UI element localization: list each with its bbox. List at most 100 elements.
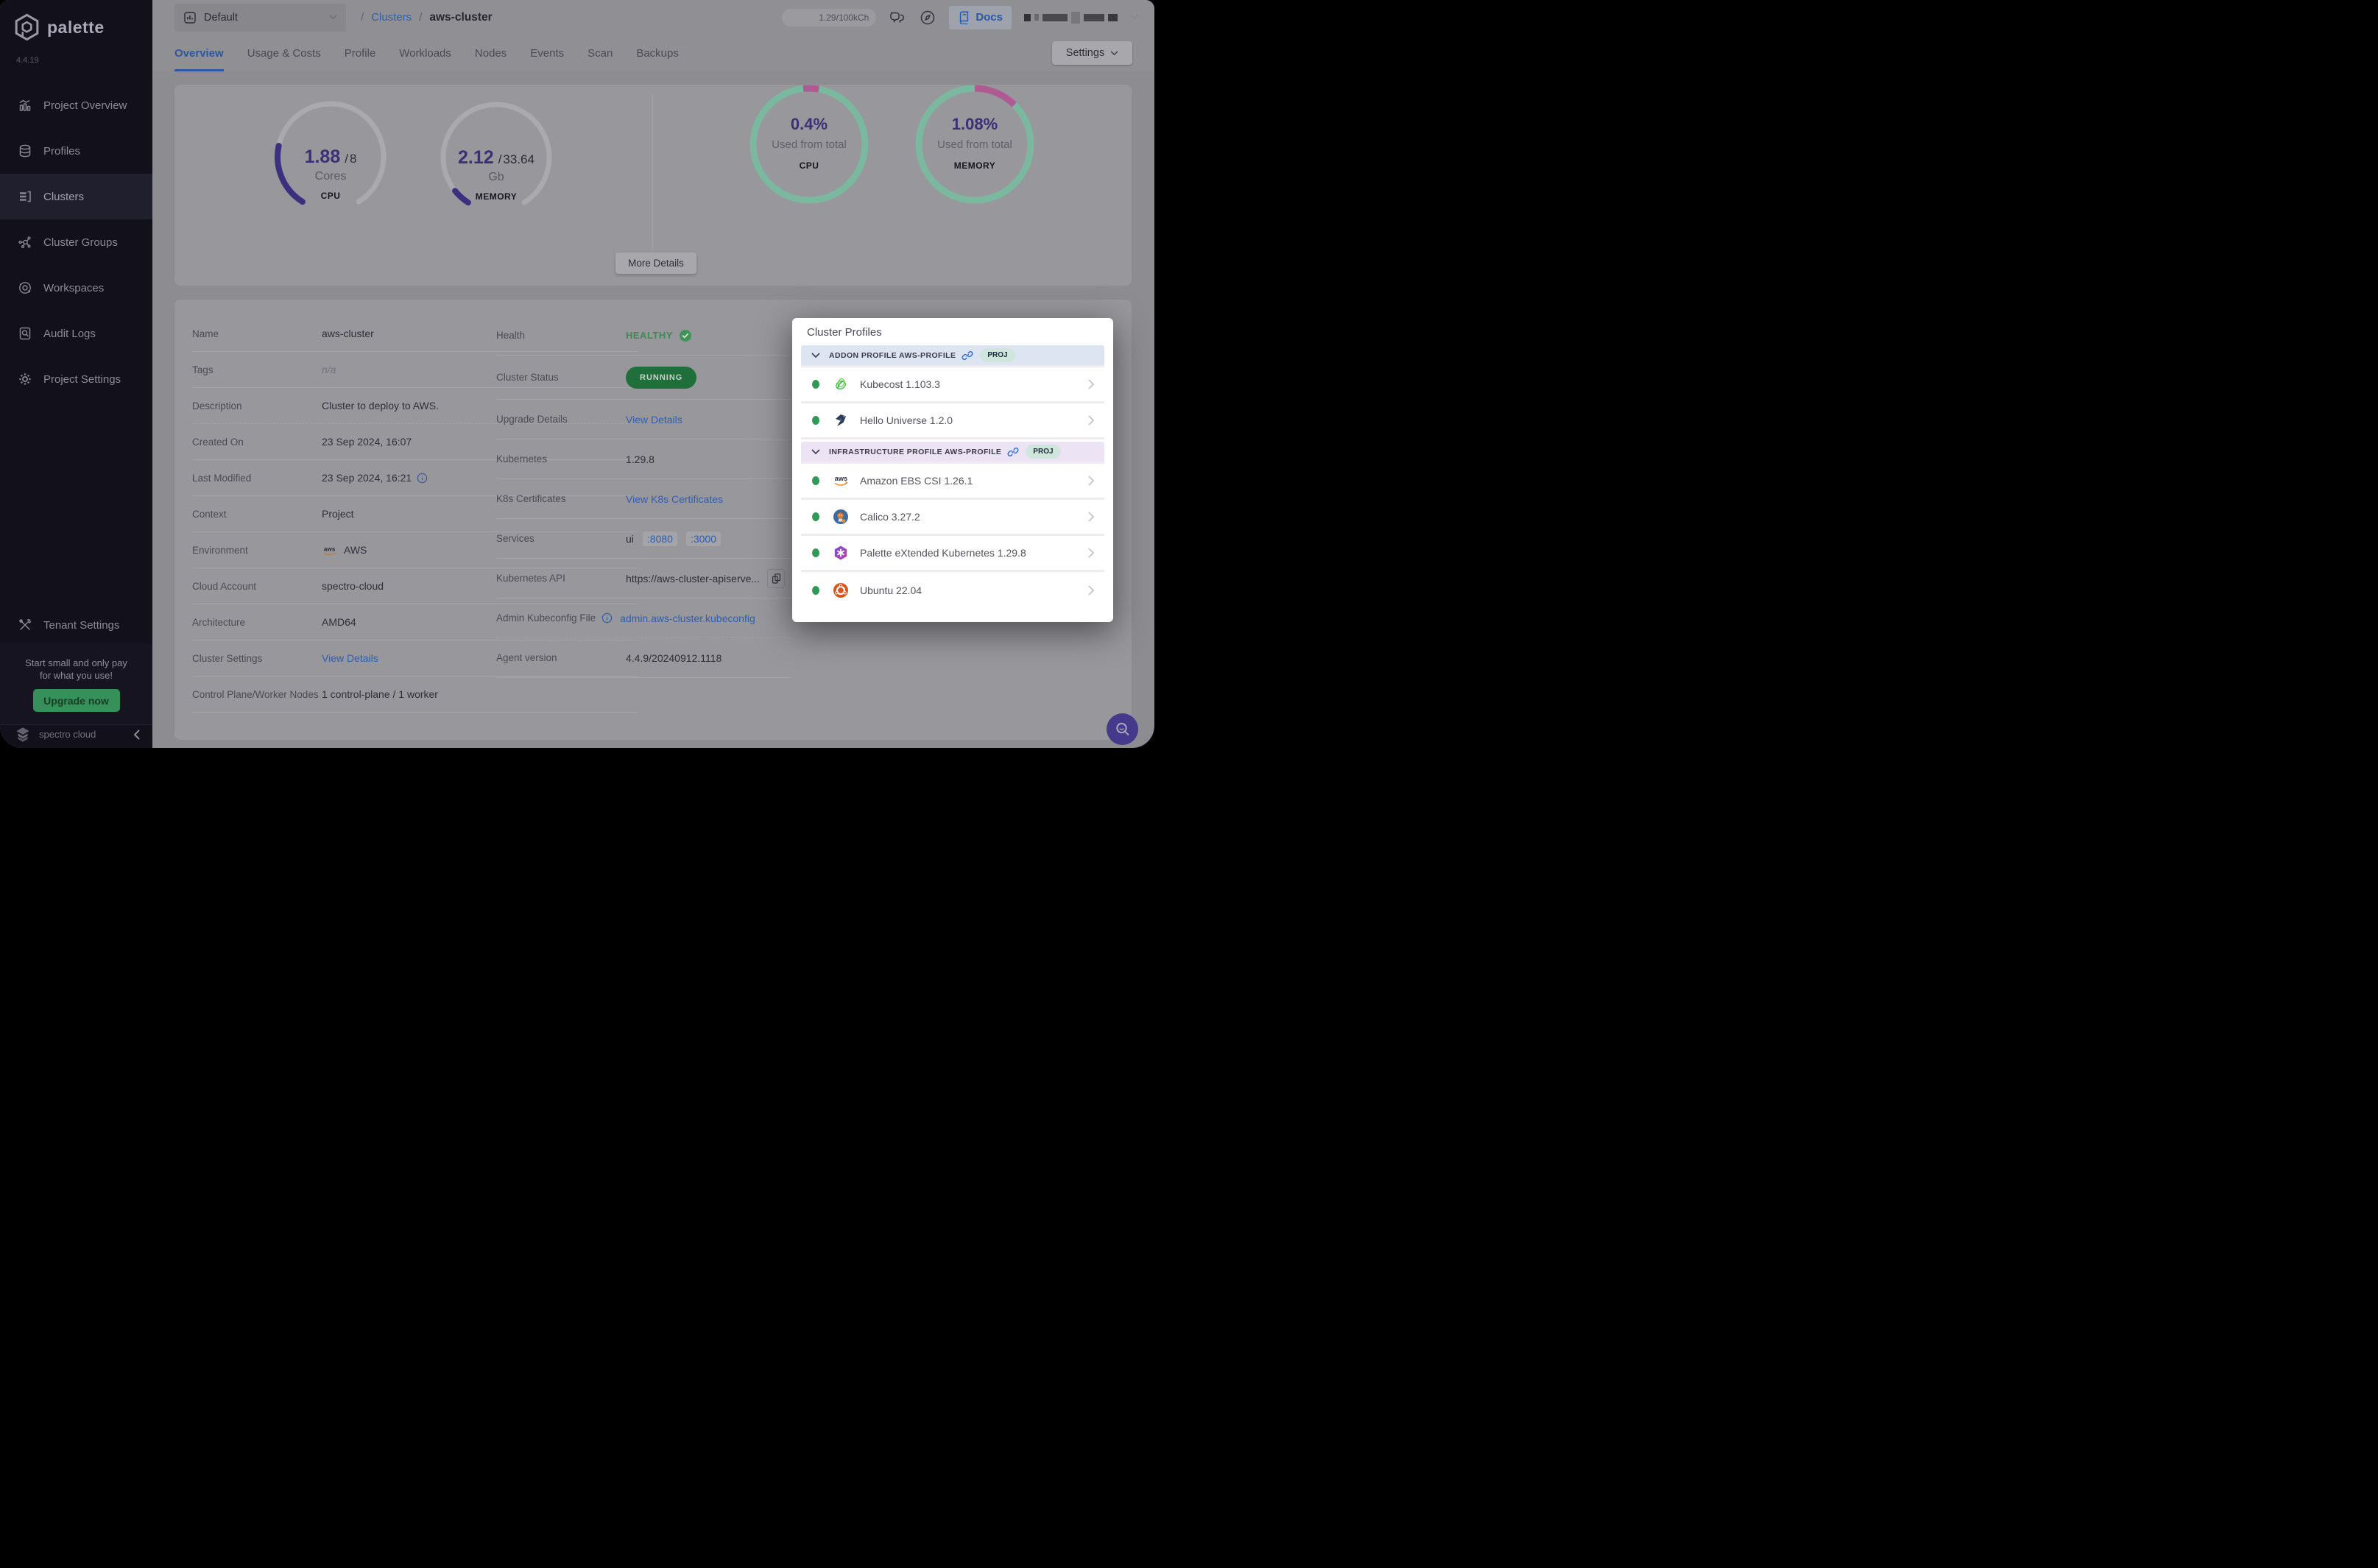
kubeconfig-download-link[interactable]: admin.aws-cluster.kubeconfig (620, 612, 755, 624)
sidebar-collapse-chevron[interactable] (133, 730, 141, 740)
sidebar-item-project-overview[interactable]: Project Overview (0, 82, 152, 128)
usage-stats-card: 1.88/8 Cores CPU 2.12/33.64 Gb MEMORY (174, 85, 1132, 286)
sidebar-item-label: Workspaces (43, 282, 104, 294)
memory-divider: / (498, 152, 502, 166)
stats-divider (652, 93, 653, 252)
breadcrumb-separator: / (361, 11, 364, 24)
row-label: Architecture (192, 617, 322, 628)
service-port-link[interactable]: :8080 (643, 532, 677, 546)
settings-button[interactable]: Settings (1052, 41, 1132, 65)
health-status-value: HEALTHY (626, 330, 673, 341)
info-icon[interactable] (417, 473, 428, 484)
info-icon[interactable] (601, 612, 613, 624)
tab-profile[interactable]: Profile (345, 35, 376, 71)
palette-logo-icon (13, 13, 40, 42)
docs-label: Docs (975, 11, 1003, 24)
row-label: Name (192, 328, 322, 339)
cpu-gauge-value: 1.88/8 (272, 146, 389, 168)
help-compass-icon[interactable] (919, 9, 936, 27)
search-fab-button[interactable] (1107, 713, 1138, 745)
profile-layer-ubuntu[interactable]: Ubuntu 22.04 (801, 572, 1104, 608)
tab-usage-costs[interactable]: Usage & Costs (247, 35, 321, 71)
memory-donut-percent: 1.08% (901, 115, 1048, 134)
row-label: Cluster Status (496, 372, 626, 383)
profile-layer-amazon-ebs-csi[interactable]: aws Amazon EBS CSI 1.26.1 (801, 464, 1104, 500)
usage-credits-pill: 1.29/100kCh (782, 9, 876, 27)
row-label: Context (192, 509, 322, 520)
service-port-link[interactable]: :3000 (686, 532, 721, 546)
detail-row-upgrade-details: Upgrade Details View Details (496, 400, 791, 439)
sidebar-item-clusters[interactable]: Clusters (0, 174, 152, 219)
tab-overview[interactable]: Overview (174, 35, 224, 71)
row-label: K8s Certificates (496, 493, 626, 504)
tab-workloads[interactable]: Workloads (399, 35, 451, 71)
row-label: Cloud Account (192, 581, 322, 592)
addon-profile-section-header[interactable]: ADDON PROFILE AWS-PROFILE PROJ (801, 345, 1104, 367)
more-details-button[interactable]: More Details (615, 252, 696, 274)
check-circle-icon (679, 329, 692, 342)
cpu-donut-percent: 0.4% (735, 115, 883, 134)
tab-backups[interactable]: Backups (636, 35, 679, 71)
profile-layer-palette-extended-kubernetes[interactable]: Palette eXtended Kubernetes 1.29.8 (801, 536, 1104, 572)
cluster-status-badge[interactable]: RUNNING (626, 367, 696, 389)
row-label: Control Plane/Worker Nodes (192, 689, 322, 700)
row-label: Kubernetes (496, 453, 626, 465)
svg-text:aws: aws (835, 475, 847, 482)
profile-layer-hello-universe[interactable]: Hello Universe 1.2.0 (801, 403, 1104, 439)
kubecost-icon (833, 376, 849, 392)
environment-value: AWS (344, 544, 367, 556)
aws-icon: aws (833, 473, 849, 489)
sidebar-item-profiles[interactable]: Profiles (0, 128, 152, 174)
profile-layer-calico[interactable]: Calico 3.27.2 (801, 500, 1104, 536)
chat-icon[interactable] (889, 9, 906, 27)
status-dot (812, 416, 819, 425)
sidebar-item-workspaces[interactable]: Workspaces (0, 265, 152, 311)
sidebar-item-cluster-groups[interactable]: Cluster Groups (0, 219, 152, 265)
status-dot (812, 512, 819, 521)
sidebar-footer: spectro cloud (0, 724, 152, 748)
infrastructure-profile-section-header[interactable]: INFRASTRUCTURE PROFILE AWS-PROFILE PROJ (801, 442, 1104, 464)
created-on-value: 23 Sep 2024, 16:07 (322, 436, 412, 448)
user-menu-chevron-icon[interactable] (1130, 15, 1138, 20)
workspaces-icon (18, 280, 32, 295)
sidebar-item-project-settings[interactable]: Project Settings (0, 356, 152, 402)
breadcrumb-separator: / (419, 11, 422, 24)
cluster-settings-view-details-link[interactable]: View Details (322, 652, 378, 664)
topbar-actions: 1.29/100kCh Docs (782, 6, 1138, 29)
profile-layer-name: Palette eXtended Kubernetes 1.29.8 (860, 547, 1026, 559)
gear-icon (18, 372, 32, 386)
svg-text:aws: aws (324, 545, 336, 552)
docs-button[interactable]: Docs (949, 6, 1012, 29)
sidebar-item-label: Profiles (43, 145, 80, 158)
copy-icon[interactable] (767, 569, 785, 588)
details-right-column: Health HEALTHY Cluster Status RUNNING Up… (496, 316, 791, 678)
ubuntu-icon (833, 582, 849, 598)
chevron-down-icon (1110, 51, 1118, 56)
status-dot (812, 476, 819, 485)
cluster-name-value: aws-cluster (322, 328, 374, 339)
upgrade-view-details-link[interactable]: View Details (626, 414, 682, 425)
cluster-profiles-panel: Cluster Profiles ADDON PROFILE AWS-PROFI… (792, 318, 1113, 622)
sidebar-item-audit-logs[interactable]: Audit Logs (0, 311, 152, 356)
clusters-icon (18, 189, 32, 204)
tab-scan[interactable]: Scan (588, 35, 613, 71)
project-selector-dropdown[interactable]: Default (174, 4, 346, 32)
memory-gauge-value: 2.12 /33.64 (437, 147, 555, 169)
profile-layer-kubecost[interactable]: Kubecost 1.103.3 (801, 367, 1104, 403)
sidebar-item-label: Cluster Groups (43, 236, 118, 249)
memory-used: 2.12 (458, 147, 494, 168)
profile-layer-name: Kubecost 1.103.3 (860, 378, 940, 390)
tab-events[interactable]: Events (530, 35, 564, 71)
tab-nodes[interactable]: Nodes (475, 35, 507, 71)
detail-row-cluster-status: Cluster Status RUNNING (496, 356, 791, 400)
row-label: Cluster Settings (192, 653, 322, 664)
view-k8s-certificates-link[interactable]: View K8s Certificates (626, 493, 723, 505)
memory-donut-label: MEMORY (901, 160, 1048, 171)
breadcrumb-clusters-link[interactable]: Clusters (371, 11, 412, 24)
brand-name: palette (47, 18, 105, 38)
promo-line-2: for what you use! (0, 669, 152, 682)
memory-total: 33.64 (503, 152, 534, 166)
upgrade-now-button[interactable]: Upgrade now (33, 689, 120, 712)
sidebar-item-tenant-settings[interactable]: Tenant Settings (0, 608, 152, 642)
memory-donut-caption: Used from total (901, 138, 1048, 151)
